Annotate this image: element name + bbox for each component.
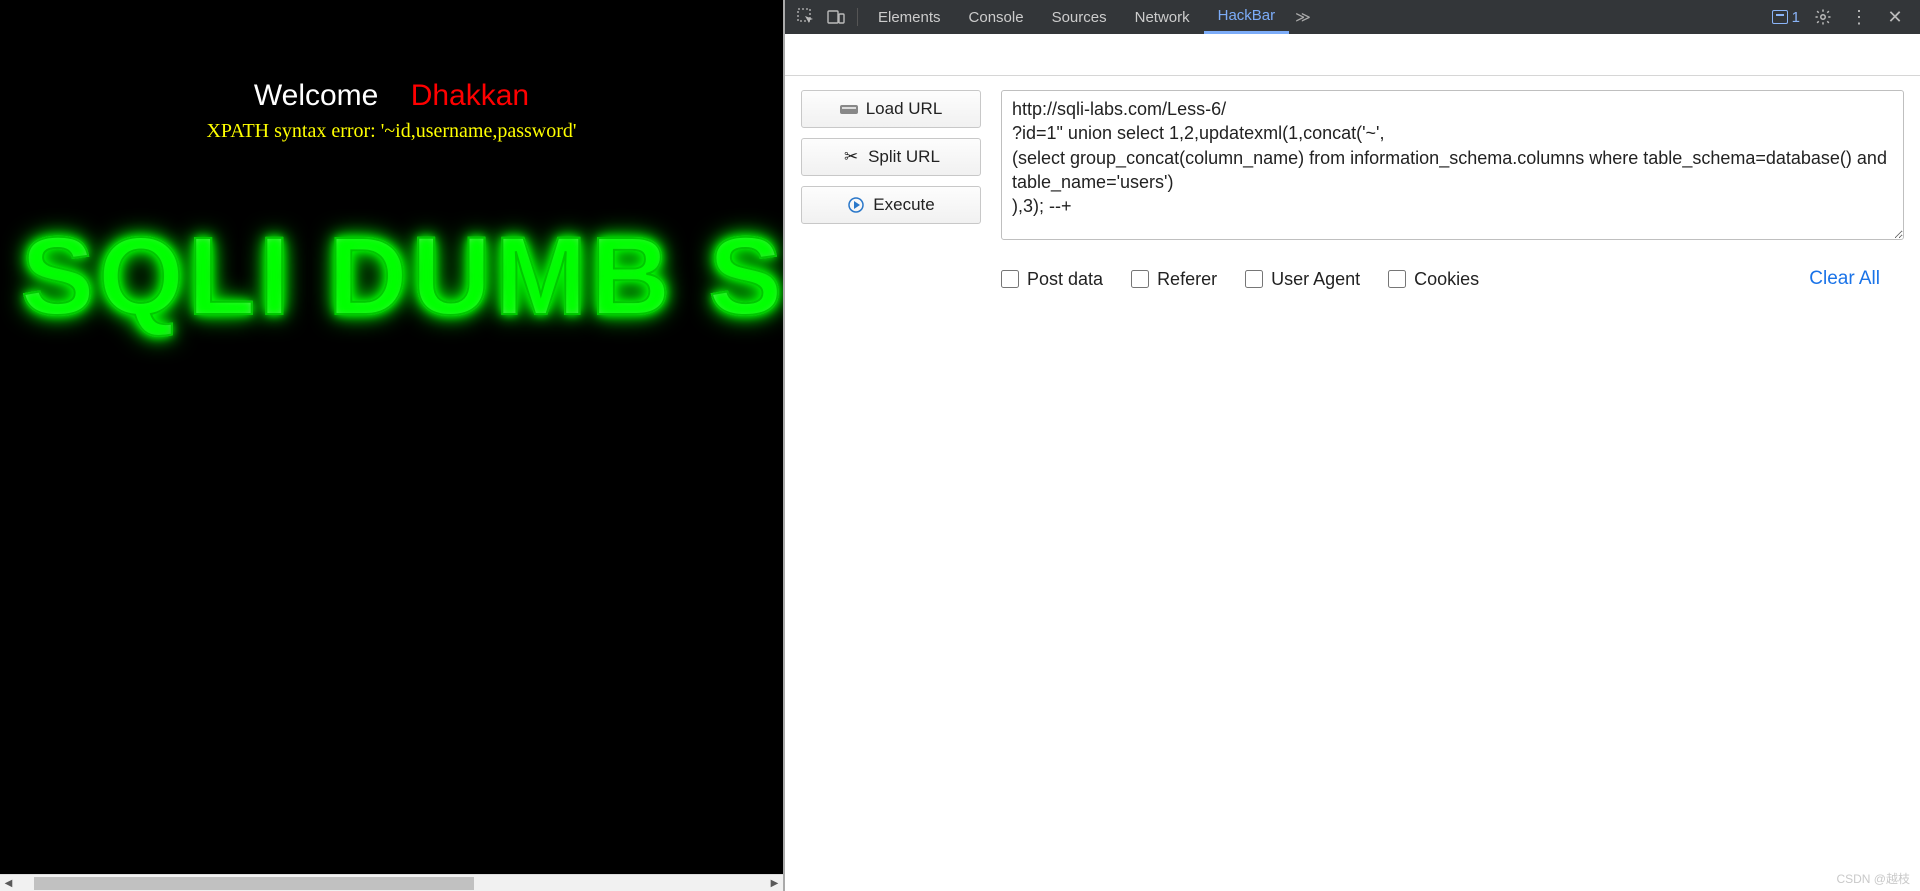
tab-hackbar[interactable]: HackBar [1204, 0, 1290, 34]
load-url-button[interactable]: Load URL [801, 90, 981, 128]
clear-all-link[interactable]: Clear All [1809, 268, 1880, 290]
tabs-overflow-icon[interactable]: ≫ [1289, 8, 1317, 26]
execute-button[interactable]: Execute [801, 186, 981, 224]
cookies-input[interactable] [1388, 270, 1406, 288]
split-url-label: Split URL [868, 147, 940, 167]
split-url-button[interactable]: ✂ Split URL [801, 138, 981, 176]
tab-elements[interactable]: Elements [864, 0, 955, 34]
tab-network[interactable]: Network [1121, 0, 1204, 34]
welcome-name: Dhakkan [411, 79, 529, 112]
devtools-right-controls: 1 ⋮ ✕ [1772, 4, 1914, 30]
hackbar-options-row: Post data Referer User Agent Cookies Cle… [785, 254, 1920, 290]
watermark-text: CSDN @越枝 [1836, 870, 1910, 887]
xpath-error-text: XPATH syntax error: '~id,username,passwo… [0, 120, 783, 143]
close-devtools-icon[interactable]: ✕ [1882, 4, 1908, 30]
hackbar-button-column: Load URL ✂ Split URL Execute [801, 90, 981, 224]
devtools-panel: Elements Console Sources Network HackBar… [783, 0, 1920, 891]
scroll-track[interactable] [17, 875, 766, 891]
play-icon [847, 196, 865, 214]
hackbar-toolbar-strip [785, 34, 1920, 76]
referer-label: Referer [1157, 269, 1217, 290]
scroll-thumb[interactable] [34, 877, 474, 890]
execute-label: Execute [873, 195, 934, 215]
cookies-label: Cookies [1414, 269, 1479, 290]
load-url-icon [840, 100, 858, 118]
user-agent-input[interactable] [1245, 270, 1263, 288]
issues-icon [1772, 10, 1788, 24]
webpage-viewport: Welcome Dhakkan XPATH syntax error: '~id… [0, 0, 783, 891]
welcome-line: Welcome Dhakkan [0, 78, 783, 114]
load-url-label: Load URL [866, 99, 943, 119]
post-data-input[interactable] [1001, 270, 1019, 288]
hackbar-main: Load URL ✂ Split URL Execute [785, 76, 1920, 254]
referer-input[interactable] [1131, 270, 1149, 288]
issues-button[interactable]: 1 [1772, 9, 1800, 26]
user-agent-label: User Agent [1271, 269, 1360, 290]
horizontal-scrollbar[interactable]: ◀ ▶ [0, 874, 783, 891]
checkbox-user-agent[interactable]: User Agent [1245, 269, 1360, 290]
separator [857, 8, 858, 26]
scissors-icon: ✂ [842, 148, 860, 166]
tab-console[interactable]: Console [955, 0, 1038, 34]
settings-gear-icon[interactable] [1810, 4, 1836, 30]
scroll-right-button[interactable]: ▶ [766, 875, 783, 891]
url-textarea[interactable] [1001, 90, 1904, 240]
welcome-text: Welcome [254, 79, 378, 112]
checkbox-cookies[interactable]: Cookies [1388, 269, 1479, 290]
issues-count: 1 [1792, 9, 1800, 26]
inspect-element-icon[interactable] [791, 2, 821, 32]
checkbox-referer[interactable]: Referer [1131, 269, 1217, 290]
scroll-left-button[interactable]: ◀ [0, 875, 17, 891]
devtools-tabstrip: Elements Console Sources Network HackBar… [785, 0, 1920, 34]
post-data-label: Post data [1027, 269, 1103, 290]
tab-sources[interactable]: Sources [1038, 0, 1121, 34]
page-content: Welcome Dhakkan XPATH syntax error: '~id… [0, 0, 783, 874]
more-menu-icon[interactable]: ⋮ [1846, 4, 1872, 30]
checkbox-post-data[interactable]: Post data [1001, 269, 1103, 290]
device-toolbar-icon[interactable] [821, 2, 851, 32]
sqli-logo-text: SQLI DUMB S [12, 213, 783, 340]
